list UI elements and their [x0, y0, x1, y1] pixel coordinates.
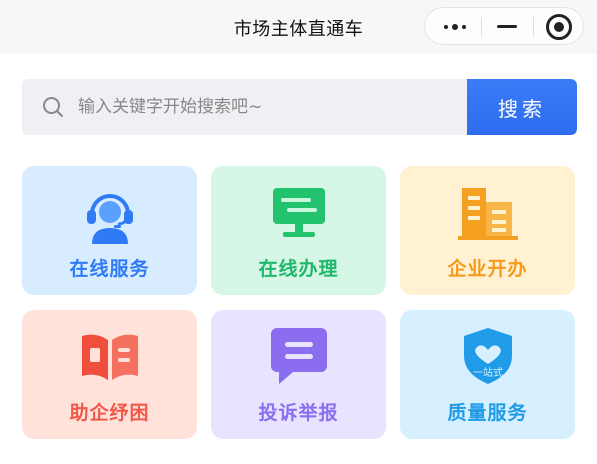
- message-icon: [270, 328, 327, 384]
- search-icon: [43, 97, 63, 117]
- mini-program-capsule: [424, 7, 584, 45]
- service-card-quality-service[interactable]: 一站式 质量服务: [400, 310, 575, 439]
- service-card-label: 在线办理: [258, 258, 339, 280]
- more-options-button[interactable]: [429, 8, 483, 46]
- search-button[interactable]: 搜索: [467, 79, 577, 135]
- customer-service-icon: [86, 194, 133, 244]
- shield-text: 一站式: [473, 366, 503, 379]
- service-card-label: 投诉举报: [258, 402, 339, 424]
- service-card-online-service[interactable]: 在线服务: [22, 166, 197, 295]
- service-card-label: 助企纾困: [69, 402, 150, 424]
- service-card-label: 企业开办: [447, 258, 528, 280]
- search-bar: 搜索: [22, 79, 577, 135]
- navigation-bar: 市场主体直通车: [0, 0, 597, 54]
- minimize-button[interactable]: [481, 8, 535, 46]
- building-icon: [457, 188, 518, 240]
- service-card-label: 质量服务: [447, 402, 528, 424]
- close-miniprogram-button[interactable]: [533, 8, 587, 46]
- service-card-label: 在线服务: [69, 258, 150, 280]
- service-card-complaint-report[interactable]: 投诉举报: [211, 310, 386, 439]
- quality-shield-icon: 一站式: [463, 328, 512, 384]
- monitor-icon: [272, 188, 325, 237]
- service-card-business-startup[interactable]: 企业开办: [400, 166, 575, 295]
- search-input[interactable]: [78, 79, 458, 135]
- minus-icon: [497, 25, 517, 28]
- service-card-business-relief[interactable]: 助企纾困: [22, 310, 197, 439]
- service-card-online-handling[interactable]: 在线办理: [211, 166, 386, 295]
- open-book-icon: [81, 334, 138, 380]
